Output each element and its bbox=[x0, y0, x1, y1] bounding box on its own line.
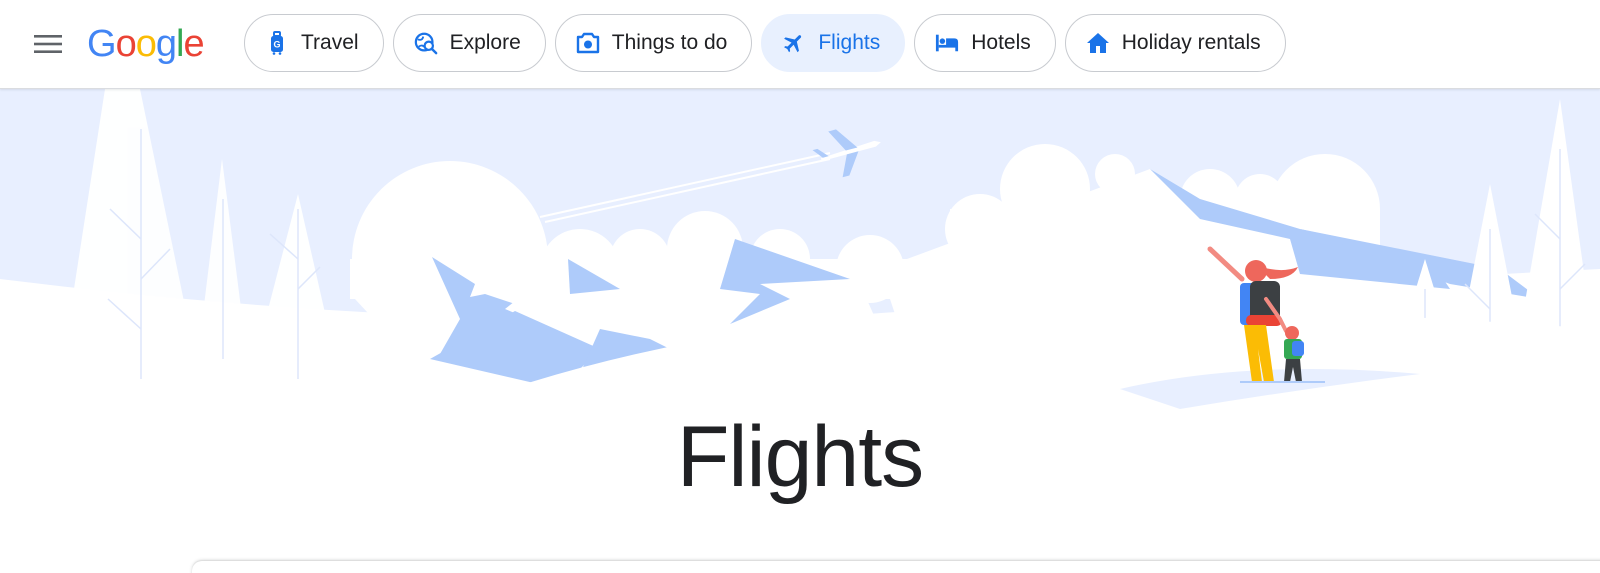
nav-chip-holiday-rentals[interactable]: Holiday rentals bbox=[1064, 14, 1286, 72]
travel-nav: G Travel Explore Things to do Flights Ho… bbox=[244, 14, 1286, 72]
nav-chip-label: Holiday rentals bbox=[1121, 31, 1261, 54]
logo-letter: G bbox=[87, 23, 117, 65]
nav-chip-label: Explore bbox=[449, 31, 521, 54]
page-title: Flights bbox=[676, 409, 924, 505]
airplane-icon bbox=[782, 31, 806, 55]
nav-chip-flights[interactable]: Flights bbox=[761, 14, 906, 72]
logo-letter: o bbox=[115, 23, 137, 65]
logo-letter: o bbox=[135, 23, 157, 65]
nav-chip-things-to-do[interactable]: Things to do bbox=[554, 14, 753, 72]
nav-chip-label: Hotels bbox=[971, 31, 1031, 54]
logo-letter: e bbox=[183, 23, 204, 65]
bed-icon bbox=[935, 31, 959, 55]
google-logo[interactable]: Google bbox=[87, 22, 205, 66]
logo-letter: g bbox=[155, 23, 177, 65]
house-icon bbox=[1086, 31, 1110, 55]
globe-search-icon bbox=[414, 31, 438, 55]
main-menu-button[interactable] bbox=[24, 24, 72, 64]
top-bar: Google G Travel Explore Things to do Fli… bbox=[0, 0, 1600, 89]
hero-illustration bbox=[0, 89, 1600, 439]
svg-text:G: G bbox=[273, 40, 280, 50]
luggage-icon: G bbox=[265, 31, 289, 55]
nav-chip-hotels[interactable]: Hotels bbox=[914, 14, 1056, 72]
nav-chip-label: Things to do bbox=[611, 31, 728, 54]
hamburger-menu-icon bbox=[34, 35, 62, 53]
flight-search-panel bbox=[192, 561, 1600, 573]
logo-letter: l bbox=[175, 23, 185, 65]
nav-chip-travel[interactable]: G Travel bbox=[244, 14, 384, 72]
nav-chip-explore[interactable]: Explore bbox=[392, 14, 546, 72]
nav-chip-label: Flights bbox=[818, 31, 881, 54]
nav-chip-label: Travel bbox=[301, 31, 359, 54]
camera-icon bbox=[576, 31, 600, 55]
